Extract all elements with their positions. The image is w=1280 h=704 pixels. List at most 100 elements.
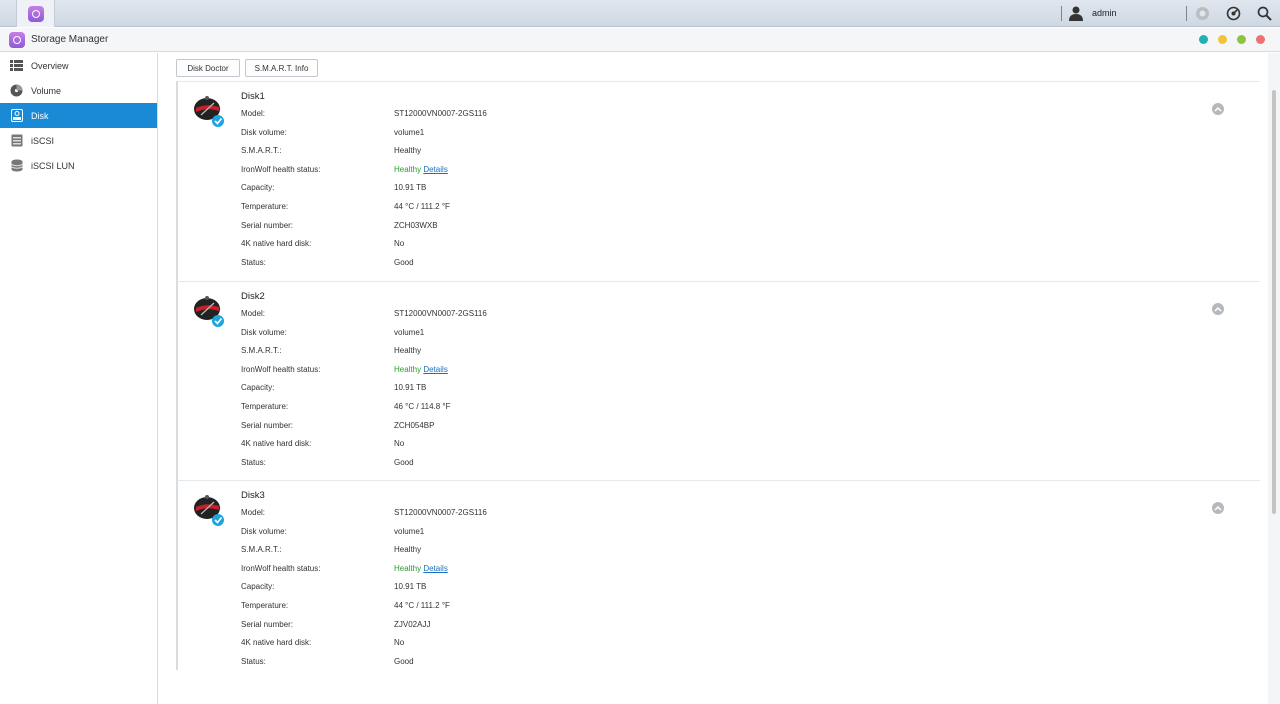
field-label: Disk volume: [241, 327, 287, 337]
field-value-capacity: 10.91 TB [394, 183, 427, 193]
window-controls [1199, 35, 1265, 44]
field-label: Model: [241, 309, 266, 318]
field-label: IronWolf health status: [241, 563, 321, 573]
ironwolf-health-text: Healthy [394, 164, 422, 174]
field-value-native4k: No [394, 439, 405, 449]
details-link[interactable]: Details [423, 564, 447, 573]
taskbar-divider [1061, 6, 1062, 21]
user-menu[interactable]: admin [1068, 5, 1117, 21]
collapse-button[interactable] [1212, 303, 1224, 315]
field-value-status: Good [394, 656, 414, 666]
field-value-volume: volume1 [394, 526, 425, 536]
sidebar-item-volume[interactable]: Volume [0, 78, 157, 103]
field-value-smart: Healthy [394, 346, 422, 356]
sidebar-item-label: Overview [31, 60, 69, 71]
chevron-up-icon [1214, 505, 1222, 511]
hard-disk-icon [194, 495, 224, 526]
field-value-volume: volume1 [394, 127, 425, 137]
username: admin [1092, 8, 1117, 18]
field-label: Temperature: [241, 601, 289, 610]
field-value-serial: ZJV02AJJ [394, 619, 431, 629]
notification-icon[interactable] [1195, 6, 1210, 21]
taskbar-storage-manager-button[interactable] [16, 0, 55, 27]
taskbar-divider [1186, 6, 1187, 21]
field-label: Temperature: [241, 202, 289, 211]
disk-name: Disk1 [241, 91, 265, 102]
search-icon[interactable] [1257, 6, 1272, 21]
field-label: S.M.A.R.T.: [241, 146, 282, 156]
details-link[interactable]: Details [423, 365, 447, 374]
field-value-model: ST12000VN0007-2GS116 [394, 109, 487, 118]
volume-icon [10, 84, 23, 97]
details-link[interactable]: Details [423, 165, 447, 174]
field-value-capacity: 10.91 TB [394, 383, 427, 393]
field-label: IronWolf health status: [241, 364, 321, 374]
system-taskbar: admin [0, 0, 1280, 27]
collapse-button[interactable] [1212, 502, 1224, 514]
disk-panel: Disk1 Model: ST12000VN0007-2GS116 Disk vol… [176, 81, 1260, 281]
scrollbar-thumb[interactable] [1272, 90, 1276, 514]
field-label: Serial number: [241, 220, 294, 230]
dashboard-icon[interactable] [1226, 6, 1241, 21]
lun-icon [10, 159, 23, 172]
chevron-up-icon [1214, 306, 1222, 312]
sidebar-item-label: iSCSI LUN [31, 160, 75, 171]
field-label: Model: [241, 109, 266, 118]
disk-name: Disk2 [241, 291, 265, 302]
field-label: Status: [241, 457, 266, 467]
disk-doctor-button[interactable]: Disk Doctor [176, 59, 240, 77]
ironwolf-health-text: Healthy [394, 563, 422, 573]
field-label: 4K native hard disk: [241, 638, 312, 648]
smart-info-button[interactable]: S.M.A.R.T. Info [245, 59, 318, 77]
field-value-capacity: 10.91 TB [394, 582, 427, 592]
ironwolf-status-value: Healthy Details [394, 365, 694, 374]
window-header: Storage Manager [0, 28, 1280, 52]
sidebar: Overview Volume Disk iSCSI iSCSI LUN [0, 53, 158, 704]
sidebar-item-overview[interactable]: Overview [0, 53, 157, 78]
field-value-smart: Healthy [394, 545, 422, 555]
field-value-model: ST12000VN0007-2GS116 [394, 508, 487, 517]
window-title: Storage Manager [31, 34, 109, 45]
sidebar-item-label: Volume [31, 85, 62, 96]
field-label: Capacity: [241, 383, 275, 393]
sidebar-item-disk[interactable]: Disk [0, 103, 157, 128]
field-label: Serial number: [241, 420, 294, 430]
field-value-serial: ZCH03WXB [394, 220, 438, 230]
field-label: Capacity: [241, 183, 275, 193]
ironwolf-status-value: Healthy Details [394, 564, 694, 573]
app-icon [27, 5, 44, 22]
field-label: Disk volume: [241, 526, 287, 536]
close-dot-button[interactable] [1256, 35, 1265, 44]
field-label: Model: [241, 508, 266, 517]
field-value-volume: volume1 [394, 327, 425, 337]
disk-panel: Disk3 Model: ST12000VN0007-2GS116 Disk vol… [176, 480, 1260, 670]
field-label: S.M.A.R.T.: [241, 545, 282, 555]
field-label: S.M.A.R.T.: [241, 346, 282, 356]
field-label: Serial number: [241, 619, 294, 629]
hard-disk-icon [194, 96, 224, 127]
field-label: 4K native hard disk: [241, 239, 312, 249]
sidebar-item-iscsi[interactable]: iSCSI [0, 128, 157, 153]
disk-list-area: Disk Doctor S.M.A.R.T. Info Disk1 Model:… [158, 53, 1268, 704]
field-label: Capacity: [241, 582, 275, 592]
minimize-dot-button[interactable] [1218, 35, 1227, 44]
field-value-serial: ZCH054BP [394, 420, 435, 430]
disk-panel: Disk2 Model: ST12000VN0007-2GS116 Disk vol… [176, 281, 1260, 481]
field-value-model: ST12000VN0007-2GS116 [394, 309, 487, 318]
disk-icon [10, 109, 23, 122]
field-value-temperature: 46 °C / 114.8 °F [394, 402, 451, 411]
scrollbar[interactable] [1268, 53, 1280, 704]
chevron-up-icon [1214, 106, 1222, 112]
user-icon [1069, 6, 1083, 21]
collapse-button[interactable] [1212, 103, 1224, 115]
help-dot-button[interactable] [1199, 35, 1208, 44]
field-label: Temperature: [241, 402, 289, 411]
field-value-native4k: No [394, 239, 405, 249]
maximize-dot-button[interactable] [1237, 35, 1246, 44]
storage-manager-icon [9, 32, 25, 48]
sidebar-item-iscsi-lun[interactable]: iSCSI LUN [0, 153, 157, 178]
sidebar-item-label: Disk [31, 110, 49, 121]
iscsi-icon [10, 134, 23, 147]
field-value-temperature: 44 °C / 111.2 °F [394, 601, 450, 610]
disk-name: Disk3 [241, 490, 265, 501]
